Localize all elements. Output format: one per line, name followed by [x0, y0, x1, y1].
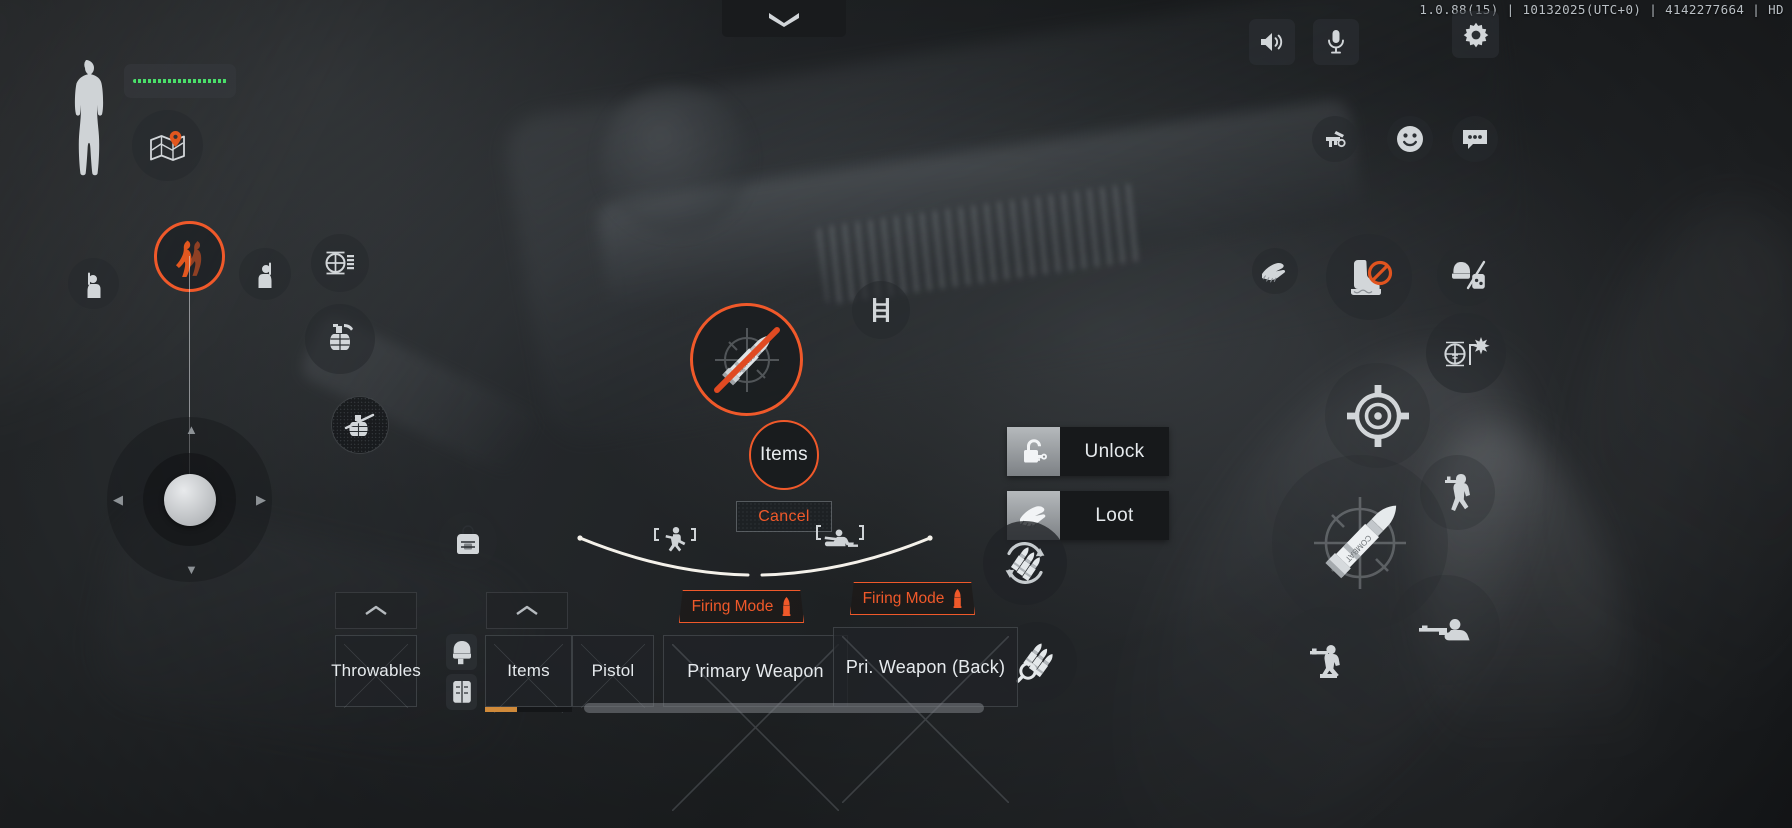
- bullets-magnifier-icon: [1013, 638, 1061, 686]
- firing-mode-back-label: Firing Mode: [862, 589, 945, 607]
- smiley-icon: [1396, 125, 1424, 153]
- slot-throwables[interactable]: Throwables: [331, 635, 421, 708]
- unlock-button-label: Unlock: [1060, 427, 1169, 476]
- gear-icon: [1461, 20, 1491, 50]
- loot-hand-button[interactable]: [1252, 248, 1298, 294]
- background-smoke-right: [1506, 182, 1792, 828]
- helmet-vest-slash-icon: [1448, 258, 1488, 292]
- chevron-down-icon: [767, 11, 801, 27]
- crouching-soldier-icon: [1298, 641, 1356, 683]
- slot-throwables-label: Throwables: [331, 661, 421, 680]
- grenade-throw-icon: [343, 410, 377, 440]
- map-button[interactable]: [132, 110, 203, 181]
- items-radial-button[interactable]: Items: [749, 420, 819, 490]
- weapon-customize-icon: [1322, 127, 1348, 151]
- chat-button[interactable]: [1452, 116, 1498, 162]
- joystick-left-arrow: ◀: [113, 492, 123, 507]
- crosshair-icon: [1345, 383, 1411, 449]
- map-pin-icon: [148, 129, 188, 163]
- speaker-button[interactable]: [1249, 19, 1295, 65]
- crouch-posture-icon[interactable]: [650, 524, 700, 558]
- game-hud-screen: 1.0.88(15) | 10132025(UTC+0) | 414227766…: [0, 0, 1792, 828]
- bullet-crossed-out-icon: COMBAT: [697, 310, 797, 410]
- joystick-knob[interactable]: [164, 474, 216, 526]
- slot-pistol[interactable]: Pistol: [572, 635, 654, 708]
- joystick-right-arrow: ▶: [256, 492, 266, 507]
- chevron-up-icon: [363, 604, 389, 617]
- reload-button[interactable]: [983, 521, 1067, 605]
- scope-adjust-button[interactable]: [311, 234, 369, 292]
- slot-primary-weapon-back-label: Pri. Weapon (Back): [845, 656, 1006, 677]
- speaker-icon: [1259, 30, 1285, 54]
- slot-pistol-label: Pistol: [591, 661, 635, 680]
- helmet-icon: [451, 639, 473, 665]
- throw-grenade-button[interactable]: [331, 396, 389, 454]
- slot-items-label: Items: [507, 661, 550, 680]
- lean-right-button[interactable]: [239, 248, 291, 300]
- posture-arc: [570, 520, 940, 580]
- silent-steps-button[interactable]: [1326, 234, 1412, 320]
- bottom-scrollbar[interactable]: [584, 703, 984, 713]
- boot-no-sign-icon: [1343, 256, 1395, 298]
- vest-slot[interactable]: [446, 674, 477, 710]
- chat-bubble-icon: [1461, 127, 1489, 151]
- climb-ladder-button[interactable]: [852, 281, 910, 339]
- items-slot-progress: [485, 707, 572, 712]
- throwables-expand-tab[interactable]: [335, 592, 417, 629]
- microphone-button[interactable]: [1313, 19, 1359, 65]
- chevron-up-icon: [514, 604, 540, 617]
- prone-soldier-icon: [1413, 611, 1477, 649]
- backpack-button[interactable]: [439, 512, 497, 570]
- avatar: [62, 58, 110, 198]
- weapon-customize-button[interactable]: [1312, 116, 1358, 162]
- health-bar-fill: [133, 79, 227, 83]
- items-expand-tab[interactable]: [486, 592, 568, 629]
- vest-icon: [451, 679, 473, 705]
- movement-joystick[interactable]: ◀ ▶ ▲ ▼: [107, 417, 272, 582]
- slot-primary-weapon[interactable]: Primary Weapon: [663, 635, 848, 811]
- firing-mode-back[interactable]: Firing Mode: [850, 582, 975, 615]
- scope-dial-icon: [323, 248, 357, 278]
- bullet-icon: [782, 597, 791, 616]
- loot-button-label: Loot: [1060, 491, 1169, 540]
- standing-soldier-icon: [1437, 471, 1479, 515]
- firing-mode-primary[interactable]: Firing Mode: [679, 590, 804, 623]
- glove-hand-icon: [1260, 259, 1290, 283]
- prone-posture-icon[interactable]: [812, 521, 868, 555]
- bullets-reload-icon: [999, 537, 1051, 589]
- grenade-button[interactable]: [305, 304, 375, 374]
- microphone-icon: [1326, 29, 1346, 55]
- bullet-icon: [953, 589, 962, 608]
- ladder-icon: [868, 296, 894, 324]
- background-weapon-barrel: [595, 97, 1365, 323]
- lean-left-button[interactable]: [68, 258, 119, 309]
- joystick-down-arrow: ▼: [185, 562, 198, 577]
- settings-button[interactable]: [1452, 11, 1499, 58]
- padlock-key-icon: [1007, 427, 1060, 476]
- scope-flash-button[interactable]: [1426, 313, 1506, 393]
- emote-button[interactable]: [1387, 116, 1433, 162]
- prone-posture-button[interactable]: [1390, 575, 1500, 685]
- lean-right-icon: [251, 260, 279, 288]
- slot-primary-weapon-back[interactable]: Pri. Weapon (Back): [833, 627, 1018, 803]
- crouch-posture-button[interactable]: [1272, 607, 1382, 717]
- aim-button[interactable]: [1325, 363, 1430, 468]
- slot-primary-weapon-label: Primary Weapon: [687, 660, 824, 681]
- health-bar: [124, 64, 236, 98]
- no-ammo-indicator[interactable]: COMBAT: [690, 303, 803, 416]
- top-pull-tab[interactable]: [722, 0, 846, 37]
- background-weapon-scope: [600, 85, 750, 235]
- lean-left-icon: [80, 270, 108, 298]
- slot-items[interactable]: Items: [485, 635, 572, 713]
- grenade-in-hand-icon: [320, 320, 360, 358]
- joystick-up-arrow: ▲: [185, 422, 198, 437]
- backpack-icon: [452, 525, 484, 557]
- items-radial-label: Items: [760, 444, 808, 465]
- helmet-slot[interactable]: [446, 634, 477, 670]
- unlock-button[interactable]: Unlock: [1007, 427, 1169, 476]
- firing-mode-primary-label: Firing Mode: [691, 597, 774, 615]
- scope-muzzle-flash-icon: [1441, 333, 1491, 373]
- gear-toggle-button[interactable]: [1437, 244, 1499, 306]
